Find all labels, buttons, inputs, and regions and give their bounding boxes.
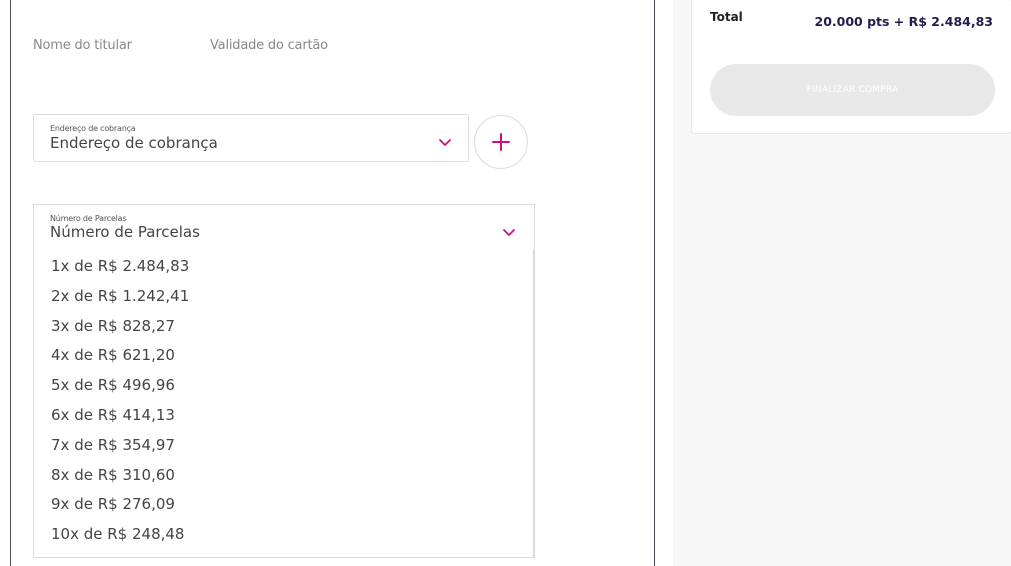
billing-address-value: Endereço de cobrança xyxy=(50,134,218,152)
add-address-button[interactable] xyxy=(474,115,528,169)
holder-name-label[interactable]: Nome do titular xyxy=(33,38,210,53)
plus-icon xyxy=(492,133,510,151)
installments-small-label: Número de Parcelas xyxy=(50,214,127,223)
installments-select[interactable]: Número de Parcelas Número de Parcelas 1x… xyxy=(33,204,535,559)
total-label: Total xyxy=(710,10,743,24)
installments-options-list: 1x de R$ 2.484,83 2x de R$ 1.242,41 3x d… xyxy=(34,252,534,550)
installment-option[interactable]: 10x de R$ 248,48 xyxy=(34,520,534,550)
order-summary-card: Total 20.000 pts + R$ 2.484,83 FINALIZAR… xyxy=(691,0,1011,134)
installment-option[interactable]: 1x de R$ 2.484,83 xyxy=(34,252,534,282)
billing-address-small-label: Endereço de cobrança xyxy=(50,124,136,133)
expiry-label[interactable]: Validade do cartão xyxy=(210,38,328,53)
installment-option[interactable]: 3x de R$ 828,27 xyxy=(34,312,534,342)
installment-option[interactable]: 6x de R$ 414,13 xyxy=(34,401,534,431)
finalize-purchase-button[interactable]: FINALIZAR COMPRA xyxy=(710,64,995,116)
card-fields-row: Nome do titular Validade do cartão xyxy=(33,38,328,53)
chevron-down-icon xyxy=(439,139,451,146)
installment-option[interactable]: 4x de R$ 621,20 xyxy=(34,341,534,371)
total-value: 20.000 pts + R$ 2.484,83 xyxy=(814,14,994,29)
installment-option[interactable]: 2x de R$ 1.242,41 xyxy=(34,282,534,312)
installment-option[interactable]: 7x de R$ 354,97 xyxy=(34,431,534,461)
installment-option[interactable]: 9x de R$ 276,09 xyxy=(34,490,534,520)
chevron-down-icon[interactable] xyxy=(502,227,516,237)
payment-form-panel: Nome do titular Validade do cartão Ender… xyxy=(10,0,655,566)
installment-option[interactable]: 5x de R$ 496,96 xyxy=(34,371,534,401)
installment-option[interactable]: 8x de R$ 310,60 xyxy=(34,461,534,491)
installments-value: Número de Parcelas xyxy=(50,223,200,241)
billing-address-select[interactable]: Endereço de cobrança Endereço de cobranç… xyxy=(33,114,469,162)
